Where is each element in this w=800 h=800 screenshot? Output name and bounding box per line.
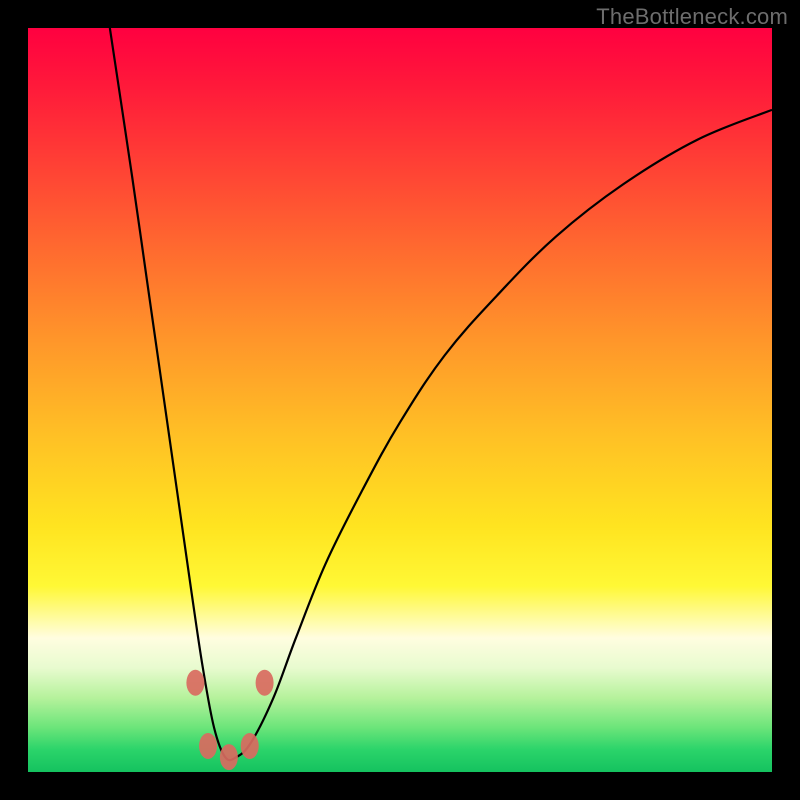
bottleneck-curve [110,28,772,760]
curve-marker [199,733,217,759]
curve-marker [220,744,238,770]
curve-marker [241,733,259,759]
curve-group [110,28,772,760]
watermark-text: TheBottleneck.com [596,4,788,30]
curve-svg [28,28,772,772]
marker-group [186,670,273,770]
curve-marker [186,670,204,696]
curve-marker [256,670,274,696]
plot-frame [28,28,772,772]
